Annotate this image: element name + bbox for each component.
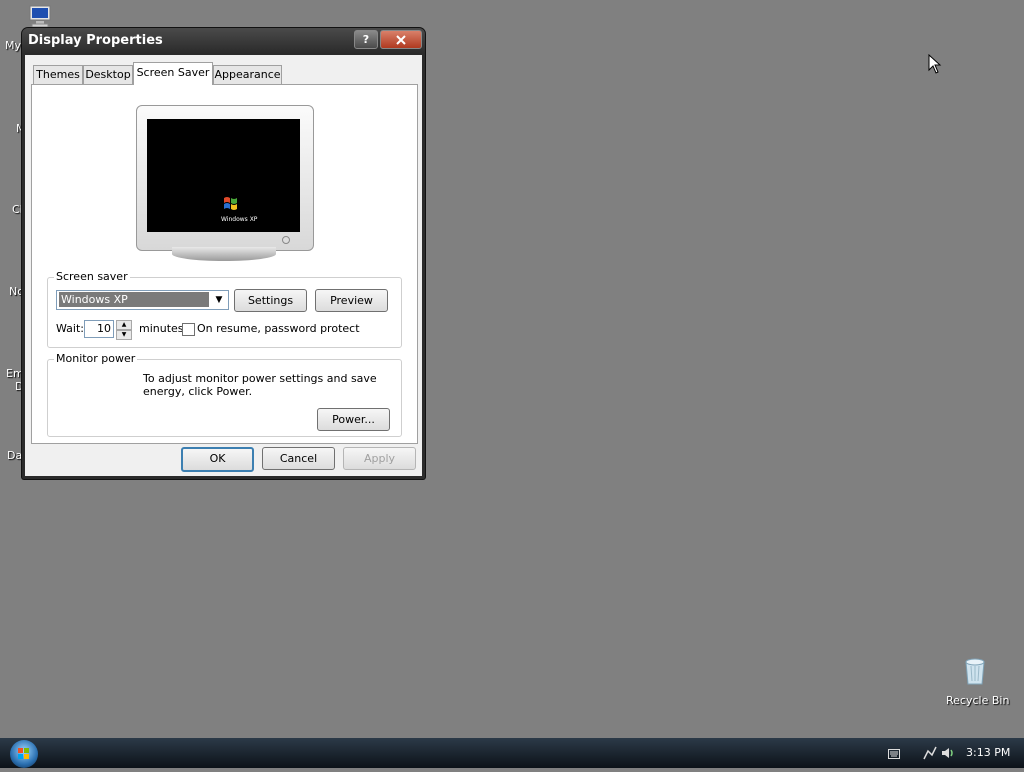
preview-brand-text: Windows XP (221, 216, 258, 223)
screen-saver-group: Screen saver Windows XP ▼ Settings Previ… (47, 270, 402, 348)
monitor-preview: Windows XP (136, 105, 314, 265)
close-button[interactable] (380, 30, 422, 49)
title-bar[interactable]: Display Properties ? (22, 28, 425, 54)
settings-button[interactable]: Settings (234, 289, 307, 312)
power-button[interactable]: Power... (317, 408, 390, 431)
screen-saver-selected: Windows XP (59, 292, 209, 307)
dialog-client: Themes Desktop Screen Saver Appearance W… (25, 55, 422, 476)
monitor-stand (172, 247, 276, 261)
monitor-power-group-label: Monitor power (54, 352, 138, 365)
windows-logo-icon (224, 197, 237, 210)
wait-label: Wait: (56, 322, 84, 335)
monitor-bezel: Windows XP (136, 105, 314, 251)
spin-down-icon[interactable]: ▼ (116, 330, 132, 340)
desktop-icon-label[interactable]: My (5, 39, 21, 52)
recycle-bin-label[interactable]: Recycle Bin (946, 694, 1009, 707)
tab-desktop[interactable]: Desktop (83, 65, 133, 84)
cancel-button[interactable]: Cancel (262, 447, 335, 470)
screen-saver-panel: Windows XP Screen saver Windows XP ▼ Set… (31, 84, 418, 444)
taskbar (0, 738, 1024, 768)
windows-start-icon (18, 748, 29, 759)
desktop-icon-label[interactable]: Da (7, 449, 22, 462)
wait-input[interactable]: 10 (84, 320, 114, 338)
spin-up-icon[interactable]: ▲ (116, 320, 132, 330)
preview-screen: Windows XP (147, 119, 300, 232)
taskbar-clock[interactable]: 3:13 PM (966, 746, 1010, 759)
dialog-title: Display Properties (28, 33, 163, 48)
help-button[interactable]: ? (354, 30, 378, 49)
volume-icon[interactable] (940, 745, 956, 761)
monitor-power-text: To adjust monitor power settings and sav… (143, 372, 377, 398)
ok-button[interactable]: OK (181, 447, 254, 472)
monitor-power-light (282, 236, 290, 244)
screen-saver-select[interactable]: Windows XP ▼ (56, 290, 229, 310)
tab-screen-saver[interactable]: Screen Saver (133, 62, 213, 85)
my-computer-icon[interactable] (26, 4, 54, 28)
dropdown-arrow-icon[interactable]: ▼ (212, 293, 226, 307)
mouse-cursor-icon (928, 54, 942, 74)
minutes-label: minutes (139, 322, 184, 335)
screen-saver-group-label: Screen saver (54, 270, 130, 283)
wait-spinner[interactable]: ▲ ▼ (116, 320, 132, 340)
monitor-power-group: Monitor power To adjust monitor power se… (47, 352, 402, 437)
password-protect-checkbox[interactable] (182, 323, 195, 336)
close-icon (396, 35, 406, 45)
keyboard-icon[interactable] (888, 749, 900, 759)
preview-button[interactable]: Preview (315, 289, 388, 312)
display-properties-dialog: Display Properties ? Themes Desktop Scre… (22, 28, 425, 479)
password-protect-label[interactable]: On resume, password protect (197, 322, 360, 335)
start-button[interactable] (10, 740, 38, 768)
network-icon[interactable] (922, 745, 938, 761)
apply-button[interactable]: Apply (343, 447, 416, 470)
tab-themes[interactable]: Themes (33, 65, 83, 84)
recycle-bin-icon[interactable] (962, 656, 988, 686)
tab-appearance[interactable]: Appearance (213, 65, 282, 84)
